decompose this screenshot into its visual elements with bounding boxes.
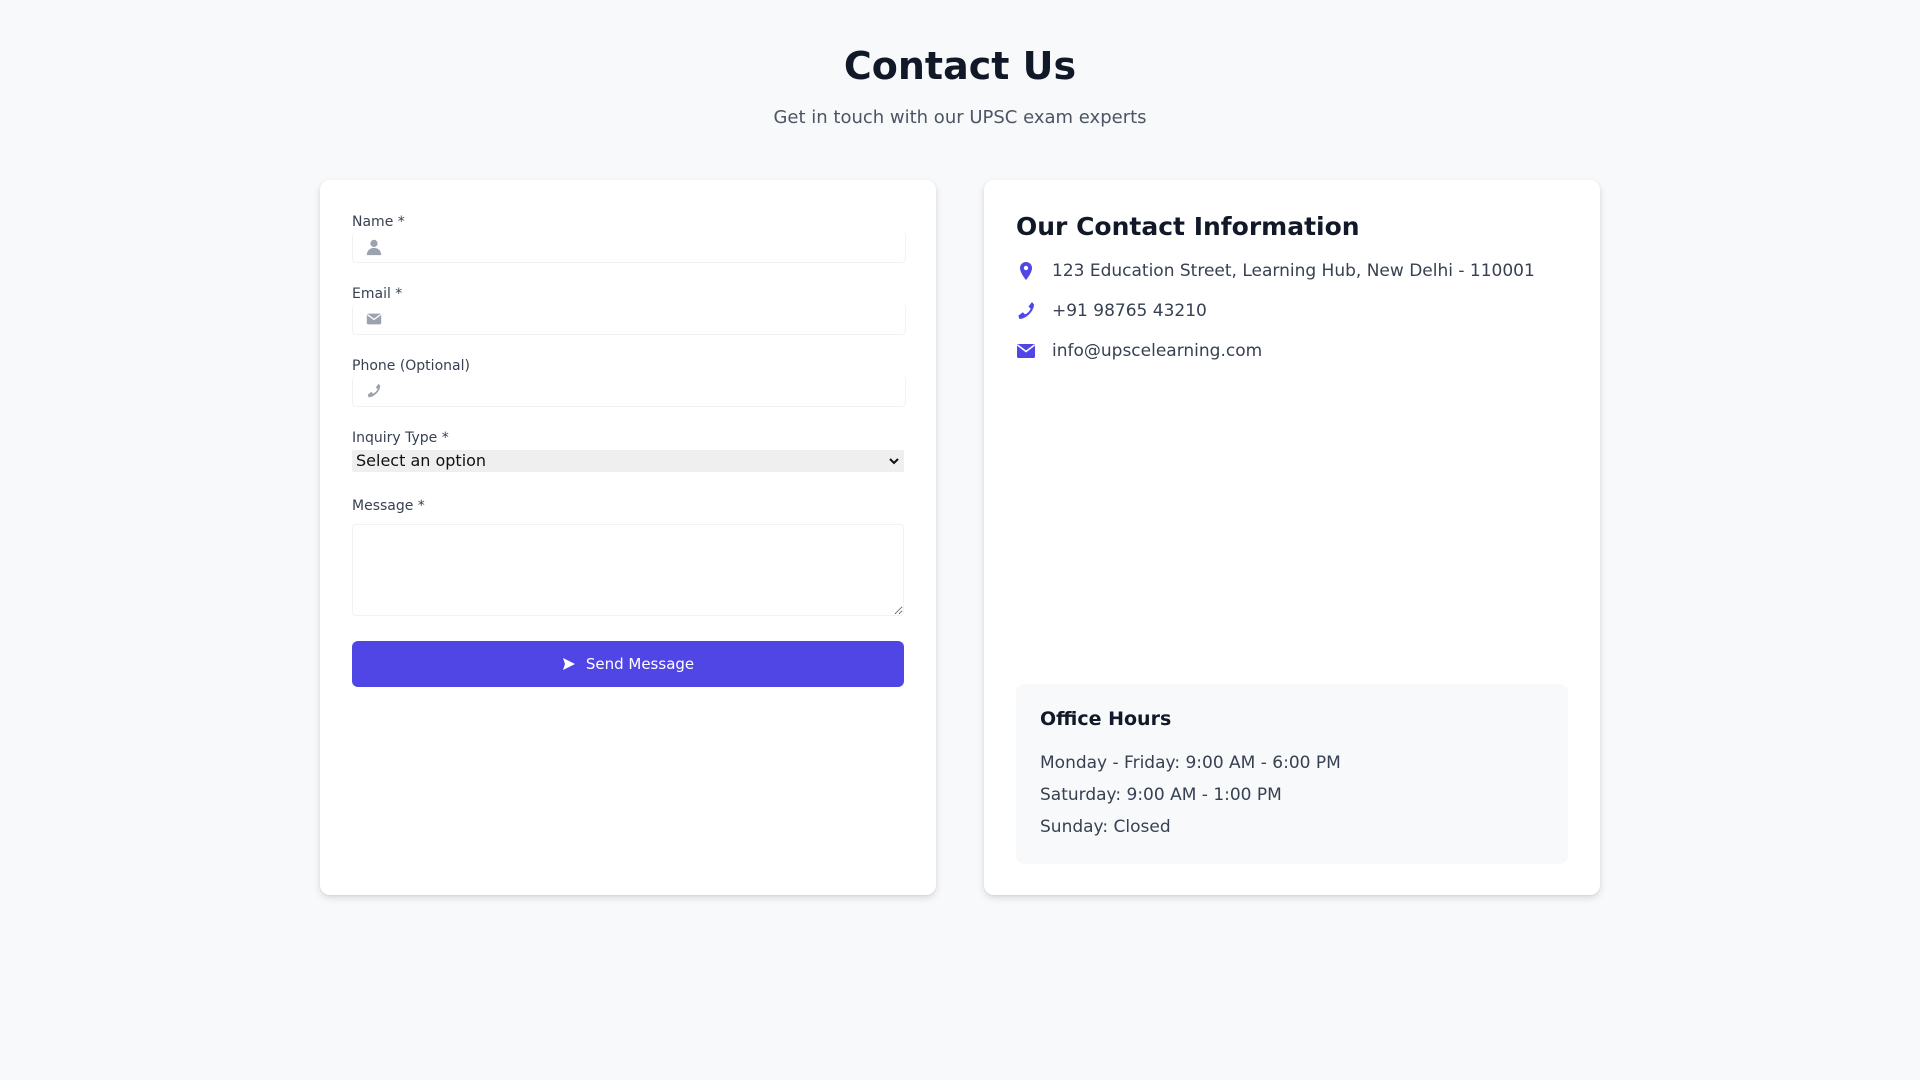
message-label: Message *	[352, 498, 425, 514]
address-text: 123 Education Street, Learning Hub, New …	[1052, 261, 1535, 281]
envelope-icon	[366, 313, 382, 325]
email-label: Email *	[352, 286, 403, 302]
phone-label: Phone (Optional)	[352, 358, 470, 374]
office-hours-saturday: Saturday: 9:00 AM - 1:00 PM	[1040, 785, 1282, 805]
contact-info-phone: +91 98765 43210	[1016, 299, 1568, 323]
phone-text: +91 98765 43210	[1052, 301, 1207, 321]
inquiry-type-select[interactable]: Select an option	[352, 450, 904, 472]
contact-info-card: Our Contact Information 123 Education St…	[984, 180, 1600, 895]
email-field-wrapper	[352, 304, 906, 335]
office-hours-title: Office Hours	[1040, 708, 1172, 730]
send-message-label: Send Message	[585, 655, 695, 673]
contact-info-address: 123 Education Street, Learning Hub, New …	[1016, 259, 1568, 283]
message-textarea[interactable]	[352, 524, 904, 616]
page-subtitle: Get in touch with our UPSC exam experts	[773, 107, 1147, 128]
phone-icon	[1018, 302, 1034, 319]
phone-field-wrapper	[352, 376, 906, 407]
envelope-icon	[1017, 344, 1035, 358]
office-hours-sunday: Sunday: Closed	[1040, 817, 1171, 837]
email-text: info@upscelearning.com	[1052, 341, 1263, 361]
user-icon	[366, 239, 382, 256]
page-title: Contact Us	[843, 44, 1077, 88]
contact-info-title: Our Contact Information	[1016, 212, 1360, 241]
email-input[interactable]	[393, 304, 897, 334]
send-message-button[interactable]: Send Message	[352, 641, 904, 687]
name-field-wrapper	[352, 232, 906, 263]
chevron-down-icon	[889, 458, 899, 465]
paper-plane-icon	[562, 658, 575, 670]
contact-form-card: Name * Email * Phone (Optional) Inquiry …	[320, 180, 936, 895]
name-label: Name *	[352, 214, 405, 230]
inquiry-type-label: Inquiry Type *	[352, 430, 449, 446]
office-hours-box: Office Hours Monday - Friday: 9:00 AM - …	[1016, 684, 1568, 864]
office-hours-weekdays: Monday - Friday: 9:00 AM - 6:00 PM	[1040, 753, 1341, 773]
location-pin-icon	[1020, 262, 1032, 280]
phone-icon	[367, 383, 381, 398]
phone-input[interactable]	[393, 376, 897, 406]
name-input[interactable]	[393, 232, 897, 262]
inquiry-type-selected: Select an option	[356, 451, 487, 470]
contact-info-email: info@upscelearning.com	[1016, 339, 1568, 363]
